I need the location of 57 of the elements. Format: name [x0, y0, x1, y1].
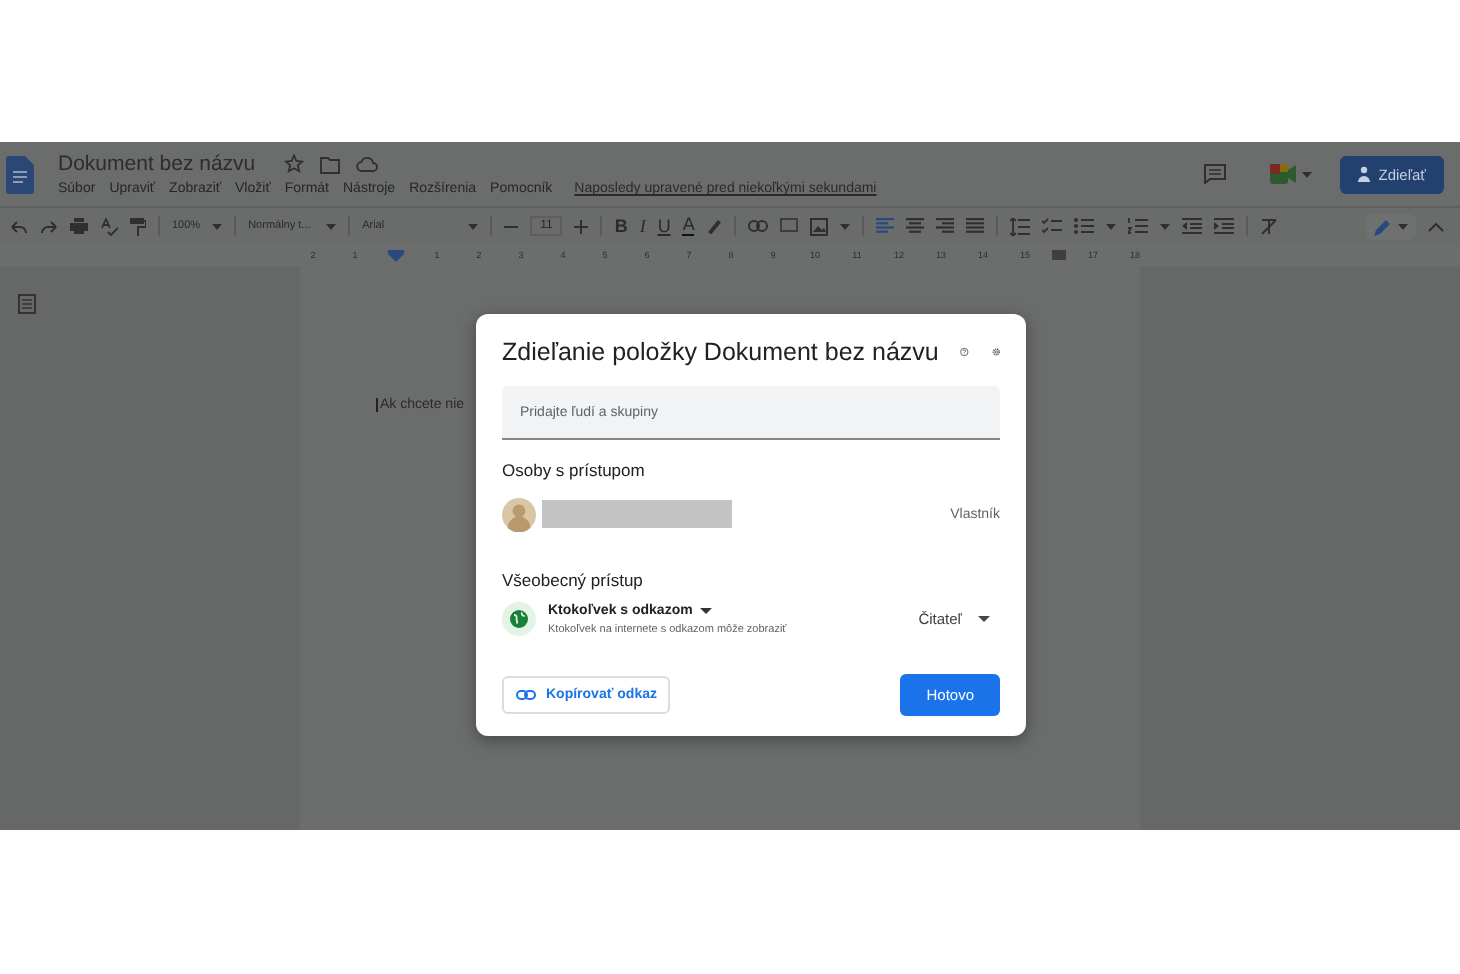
caret-icon[interactable] — [1106, 223, 1117, 229]
document-title[interactable]: Dokument bez názvu — [58, 152, 256, 176]
folder-icon[interactable] — [319, 155, 340, 173]
align-icon[interactable] — [876, 218, 895, 234]
editing-mode-button[interactable] — [1366, 213, 1416, 239]
redo-icon[interactable] — [40, 219, 58, 233]
caret-icon — [978, 616, 990, 622]
help-icon[interactable] — [960, 342, 970, 362]
caret-icon — [468, 223, 479, 229]
person-icon — [1358, 166, 1371, 182]
bulleted-list-icon[interactable] — [1074, 218, 1095, 234]
caret-icon — [326, 223, 337, 229]
add-comment-icon[interactable] — [780, 218, 799, 234]
align-icon[interactable] — [966, 218, 985, 234]
cloud-icon[interactable] — [355, 156, 378, 172]
plus-icon[interactable] — [574, 219, 589, 233]
caret-icon[interactable] — [1160, 223, 1171, 229]
increase-indent-icon[interactable] — [1214, 218, 1235, 234]
clear-formatting-icon[interactable] — [1260, 217, 1279, 235]
undo-icon[interactable] — [10, 219, 28, 233]
dialog-title: Zdieľanie položky Dokument bez názvu — [502, 338, 939, 366]
format-button[interactable]: U — [657, 216, 671, 236]
line-spacing-icon[interactable] — [1010, 217, 1031, 235]
numbered-list-icon[interactable] — [1128, 218, 1149, 234]
checklist-icon[interactable] — [1042, 218, 1063, 234]
align-icon[interactable] — [906, 218, 925, 234]
link-icon[interactable] — [748, 220, 769, 232]
format-button[interactable]: I — [639, 216, 646, 236]
align-icon[interactable] — [936, 218, 955, 234]
avatar — [502, 497, 536, 531]
caret-icon — [700, 607, 713, 613]
paint-format-icon[interactable] — [130, 217, 146, 235]
pencil-icon — [1374, 217, 1392, 235]
margin-marker-icon[interactable] — [1052, 250, 1066, 260]
collapse-icon[interactable] — [1428, 221, 1444, 231]
decrease-indent-icon[interactable] — [1182, 218, 1203, 234]
document-outline-icon[interactable] — [18, 294, 36, 314]
comment-icon[interactable] — [1204, 164, 1227, 184]
caret-icon[interactable] — [840, 223, 851, 229]
image-icon[interactable] — [810, 217, 829, 235]
print-icon[interactable] — [70, 218, 88, 234]
video-camera-icon — [1270, 164, 1297, 184]
highlighter-icon[interactable] — [706, 218, 723, 234]
caret-icon — [1302, 171, 1313, 177]
section-heading: Osoby s prístupom — [502, 460, 647, 480]
caret-icon — [1398, 223, 1408, 229]
caret-icon — [212, 223, 223, 229]
format-button[interactable]: B — [614, 216, 628, 236]
settings-icon[interactable] — [991, 342, 1000, 362]
star-icon[interactable] — [283, 154, 304, 174]
section-heading: Všeobecný prístup — [502, 570, 645, 590]
link-icon — [516, 690, 536, 700]
indent-marker-icon[interactable] — [388, 249, 404, 261]
format-button[interactable]: A — [682, 216, 695, 236]
video-call-button[interactable] — [1270, 164, 1313, 184]
spellcheck-icon[interactable] — [100, 217, 118, 235]
docs-logo-icon[interactable] — [6, 155, 34, 193]
